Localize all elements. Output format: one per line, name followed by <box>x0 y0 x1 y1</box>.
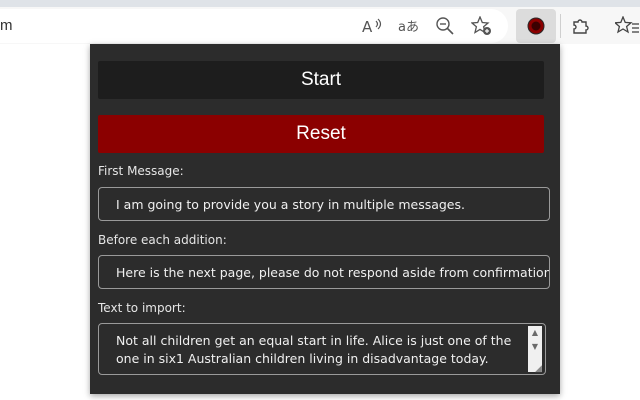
before-each-addition-label: Before each addition: <box>98 233 227 247</box>
text-to-import-value: Not all children get an equal start in l… <box>116 333 512 366</box>
resize-grip-icon[interactable]: ◢ <box>535 364 545 374</box>
start-button[interactable]: Start <box>98 61 544 99</box>
extension-icon[interactable] <box>524 14 548 38</box>
svg-text:aあ: aあ <box>398 20 419 35</box>
address-bar[interactable]: m <box>0 9 508 43</box>
favorites-icon[interactable] <box>615 14 639 38</box>
read-aloud-icon[interactable]: A <box>360 14 384 38</box>
extension-popup: Start Reset First Message: I am going to… <box>90 44 560 394</box>
add-favorite-icon[interactable] <box>470 14 494 38</box>
first-message-input[interactable]: I am going to provide you a story in mul… <box>98 187 550 221</box>
before-each-addition-input[interactable]: Here is the next page, please do not res… <box>98 255 550 289</box>
tab-strip <box>0 0 640 7</box>
svg-text:A: A <box>362 18 373 36</box>
text-to-import-label: Text to import: <box>98 301 186 315</box>
translate-icon[interactable]: aあ <box>396 14 420 38</box>
scroll-down-arrow-icon[interactable]: ▼ <box>528 340 542 354</box>
browser-toolbar: m A aあ <box>0 0 640 44</box>
zoom-out-icon[interactable] <box>433 14 457 38</box>
extensions-puzzle-icon[interactable] <box>569 14 593 38</box>
first-message-label: First Message: <box>98 164 184 178</box>
toolbar-divider <box>560 14 561 38</box>
text-to-import-textarea[interactable]: Not all children get an equal start in l… <box>98 323 546 375</box>
address-text: m <box>0 17 13 34</box>
reset-button[interactable]: Reset <box>98 115 544 153</box>
